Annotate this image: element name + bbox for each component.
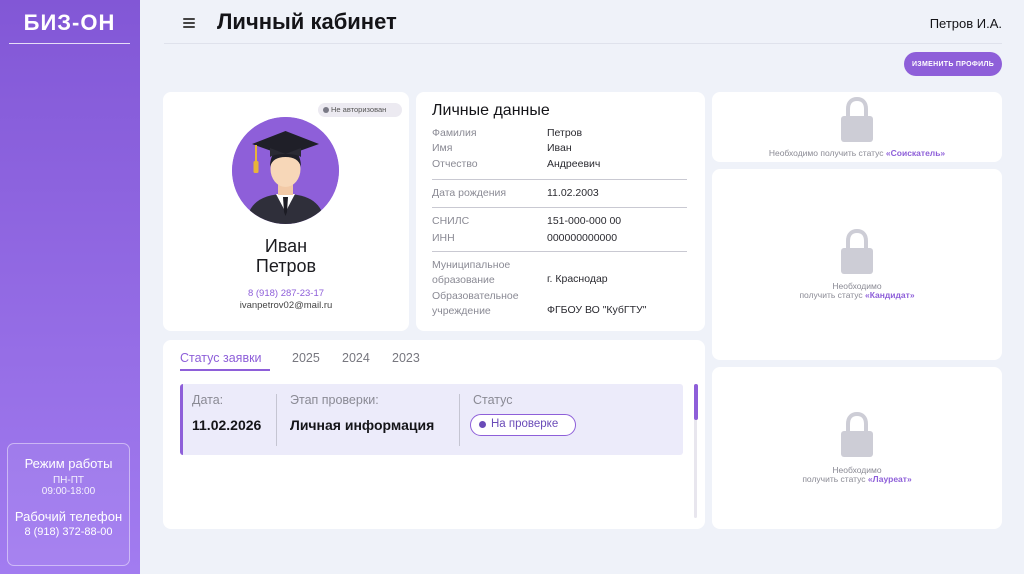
scrollbar-thumb[interactable] [694,384,698,420]
status-label: Статус [473,393,513,407]
locked-card-candidate: Необходимо получить статус «Кандидат» [712,169,1002,360]
logo[interactable]: БИЗ-ОН [9,8,130,44]
inn-label: ИНН [432,232,455,244]
personal-data-card: Личные данные Фамилия Петров Имя Иван От… [416,92,705,331]
profile-email[interactable]: ivanpetrov02@mail.ru [163,300,409,311]
patronymic-label: Отчество [432,158,478,170]
municipality-value: г. Краснодар [547,273,608,285]
profile-last-name: Петров [255,256,317,276]
work-hours-title: Режим работы [24,456,113,471]
lock-message-text: Необходимо получить статус [768,148,884,158]
birth-date-label: Дата рождения [432,187,507,199]
divider [432,179,687,180]
user-name[interactable]: Петров И.А. [930,16,1002,31]
status-badge-text: На проверке [491,418,559,430]
lock-required-status: «Кандидат» [865,290,915,300]
divider [432,207,687,208]
surname-value: Петров [547,127,583,139]
lock-required-status: «Лауреат» [867,474,912,484]
menu-icon[interactable] [183,16,195,30]
stage-value: Личная информация [290,417,435,433]
status-dot-icon [479,421,486,428]
lock-message-text: получить статус [802,474,866,484]
education-label-line2: учреждение [432,305,491,317]
locked-card-laureate: Необходимо получить статус «Лауреат» [712,367,1002,529]
sidebar: БИЗ-ОН Режим работы ПН-ПТ 09:00-18:00 Ра… [0,0,140,574]
profile-first-name: Иван [264,236,308,256]
name-label: Имя [432,142,453,154]
contact-info-box: Режим работы ПН-ПТ 09:00-18:00 Рабочий т… [7,443,130,566]
snils-label: СНИЛС [432,215,470,227]
tab-2023[interactable]: 2023 [392,351,420,365]
education-label-line1: Образовательное [432,290,519,302]
auth-status-text: Не авторизован [331,105,387,114]
lock-message-text: получить статус [799,290,863,300]
divider [432,251,687,252]
page-title: Личный кабинет [217,9,397,34]
avatar [232,117,339,224]
lock-icon [841,412,873,457]
edit-profile-button[interactable]: ИЗМЕНИТЬ ПРОФИЛЬ [904,52,1002,76]
lock-icon [841,229,873,274]
profile-card: Не авторизован Иван Петров 8 (918) 287-2… [163,92,409,331]
tab-2025[interactable]: 2025 [292,351,320,365]
municipality-label-line1: Муниципальное [432,259,511,271]
lock-message: Необходимо получить статус «Кандидат» [712,282,1002,300]
patronymic-value: Андреевич [547,158,601,170]
tab-application-status[interactable]: Статус заявки [180,351,262,365]
birth-date-value: 11.02.2003 [547,187,599,199]
column-divider [276,394,277,446]
date-label: Дата: [192,393,224,407]
application-status-card: Статус заявки 2025 2024 2023 Дата: 11.02… [163,340,705,529]
lock-required-status: «Соискатель» [885,148,946,158]
column-divider [459,394,460,446]
tab-2024[interactable]: 2024 [342,351,370,365]
stage-label: Этап проверки: [290,393,379,407]
active-tab-indicator [180,369,270,371]
locked-card-applicant: Необходимо получить статус «Соискатель» [712,92,1002,162]
date-value: 11.02.2026 [192,417,262,433]
header-divider [164,43,1002,44]
lock-message: Необходимо получить статус «Соискатель» [712,149,1002,158]
status-dot-icon [323,107,329,113]
lock-message-line2: получить статус «Лауреат» [712,475,1002,484]
lock-message-line2: получить статус «Кандидат» [712,291,1002,300]
surname-label: Фамилия [432,127,477,139]
lock-message: Необходимо получить статус «Лауреат» [712,466,1002,484]
snils-value: 151-000-000 00 [547,215,622,227]
status-badge: На проверке [470,414,576,436]
inn-value: 000000000000 [547,232,618,244]
work-days: ПН-ПТ [52,475,85,486]
education-value: ФГБОУ ВО "КубГТУ" [547,304,647,316]
municipality-label-line2: образование [432,274,495,286]
work-hours: 09:00-18:00 [41,486,96,497]
personal-data-title: Личные данные [432,102,550,119]
profile-phone[interactable]: 8 (918) 287-23-17 [163,288,409,299]
work-phone: 8 (918) 372-88-00 [24,526,113,538]
phone-title: Рабочий телефон [14,509,123,524]
application-row[interactable]: Дата: 11.02.2026 Этап проверки: Личная и… [180,384,683,455]
auth-status-badge: Не авторизован [318,103,402,117]
lock-icon [841,97,873,142]
work-schedule: ПН-ПТ 09:00-18:00 [8,475,129,497]
graduate-avatar-icon [232,117,339,224]
name-value: Иван [547,142,572,154]
